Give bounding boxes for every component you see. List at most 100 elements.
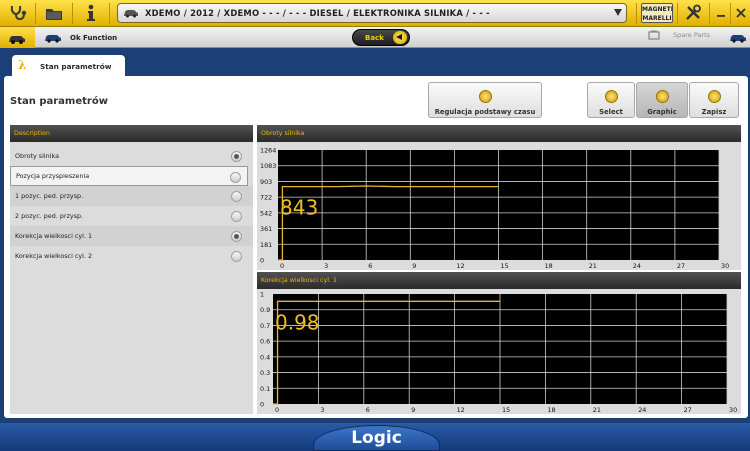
close-icon[interactable] [733,1,749,25]
x-tick-label: 12 [456,262,464,270]
vehicle-path-text: XDEMO / 2012 / XDEMO - - - / - - - DIESE… [145,8,490,18]
list-item[interactable]: Korekcja wielkosci cyl. 2 [10,246,253,266]
list-item[interactable]: Obroty silnika [10,146,253,166]
graphic-label: Graphic [647,108,677,116]
list-item-label: Korekcja wielkosci cyl. 1 [15,232,93,240]
radio-button[interactable] [231,251,242,262]
back-button[interactable]: Back [352,29,410,46]
y-tick-label: 0.7 [260,322,270,330]
y-tick-label: 1264 [260,147,276,155]
x-tick-label: 27 [684,406,692,414]
chart-header: Obroty silnika [257,125,741,142]
chart-korekcja-cyl-1: Korekcja wielkosci cyl. 1 0 3 6 9 12 15 18 21 24… [257,272,741,414]
back-label: Back [365,33,384,42]
chart-title: Obroty silnika [261,130,305,137]
description-header-label: Description [14,130,50,137]
vehicle-path-select[interactable]: XDEMO / 2012 / XDEMO - - - / - - - DIESE… [117,3,627,23]
list-item[interactable]: 2 pozyc. ped. przysp. [10,206,253,226]
chevron-down-icon[interactable] [614,9,622,16]
radio-button[interactable] [231,151,242,162]
car-service-icon[interactable] [0,27,35,48]
radio-button[interactable] [231,211,242,222]
ok-function-label: Ok Function [70,33,118,42]
y-tick-label: 181 [260,241,272,249]
clock-icon [479,90,492,103]
tab-stan-parametrow[interactable]: λ Stan parametrów [12,55,125,77]
list-item-label: 2 pozyc. ped. przysp. [15,212,84,220]
y-tick-label: 903 [260,178,272,186]
chart-plot: 0 3 6 9 12 15 18 21 24 27 30 0 0.1 0.3 0.4 0.6 0.7 0.9 1 0.… [260,291,737,415]
spare-parts-button[interactable]: Spare Parts [648,30,710,40]
zapisz-label: Zapisz [701,108,727,116]
chart-plot: 0 3 6 9 12 15 18 21 24 27 30 0 181 361 542 722 903 1083 12… [260,147,729,271]
regulacja-button[interactable]: Regulacja podstawy czasu [428,82,542,118]
list-item-label: Pozycja przyspieszenia [16,172,90,180]
x-tick-label: 3 [324,262,328,270]
list-item[interactable]: Korekcja wielkosci cyl. 1 [10,226,253,246]
radio-button[interactable] [231,191,242,202]
select-button[interactable]: Select [587,82,635,118]
parts-icon [648,30,660,40]
x-tick-label: 18 [547,406,555,414]
graph-icon [656,90,669,103]
current-value-label: 0.98 [275,310,320,334]
brand-logo: MAGNETI MARELLI [641,3,673,23]
y-tick-label: 0.1 [260,385,270,393]
y-tick-label: 1083 [260,162,276,170]
list-item[interactable]: 1 pozyc. ped. przysp. [10,186,253,206]
y-tick-label: 0.9 [260,306,270,314]
car-blue-icon[interactable] [729,30,747,49]
chart-obroty-silnika: Obroty silnika 0 3 6 9 12 15 18 21 24 27 30 0 181 361… [257,125,741,270]
x-tick-label: 9 [411,406,415,414]
folder-icon[interactable] [40,1,68,25]
list-item-label: Korekcja wielkosci cyl. 2 [15,252,93,260]
x-tick-label: 21 [593,406,601,414]
x-tick-label: 0 [275,406,279,414]
y-tick-label: 0.4 [260,353,270,361]
info-icon[interactable] [78,1,104,25]
zapisz-button[interactable]: Zapisz [689,82,739,118]
x-tick-label: 15 [502,406,510,414]
list-icon [605,90,618,103]
current-value-label: 843 [280,196,318,220]
x-tick-label: 30 [721,262,729,270]
tools-icon[interactable] [681,1,705,25]
list-item[interactable]: Pozycja przyspieszenia [10,166,248,186]
radio-button[interactable] [231,231,242,242]
y-tick-label: 0 [260,401,264,409]
graphic-button[interactable]: Graphic [636,82,688,118]
chart-title: Korekcja wielkosci cyl. 1 [261,277,337,284]
minimize-icon[interactable] [712,1,729,25]
spare-parts-label: Spare Parts [673,31,711,39]
x-tick-label: 24 [638,406,646,414]
description-header: Description [10,125,253,142]
x-tick-label: 6 [368,262,372,270]
x-tick-label: 9 [412,262,416,270]
x-tick-label: 3 [320,406,324,414]
y-tick-label: 542 [260,209,272,217]
select-label: Select [599,108,623,116]
ok-function-icon [45,35,61,43]
x-tick-label: 30 [729,406,737,414]
page-title: Stan parametrów [10,96,108,107]
car-icon [123,8,139,18]
regulacja-label: Regulacja podstawy czasu [434,108,536,116]
x-tick-label: 24 [633,262,641,270]
x-tick-label: 21 [589,262,597,270]
secondary-toolbar: Ok Function Back Spare Parts [0,27,750,48]
list-item-label: 1 pozyc. ped. przysp. [15,192,84,200]
x-tick-label: 15 [501,262,509,270]
radio-button[interactable] [230,172,241,183]
y-tick-label: 1 [260,291,264,299]
stethoscope-icon[interactable] [4,1,32,25]
x-tick-label: 6 [366,406,370,414]
x-tick-label: 0 [280,262,284,270]
description-panel: Description Obroty silnika Pozycja przys… [10,125,253,414]
ok-function-button[interactable]: Ok Function [44,30,117,45]
top-toolbar: XDEMO / 2012 / XDEMO - - - / - - - DIESE… [0,0,750,27]
tab-label: Stan parametrów [40,61,112,71]
footer-logo-text: Logic [351,428,402,448]
x-tick-label: 18 [545,262,553,270]
list-item-label: Obroty silnika [15,152,60,160]
arrow-left-icon [393,31,407,44]
